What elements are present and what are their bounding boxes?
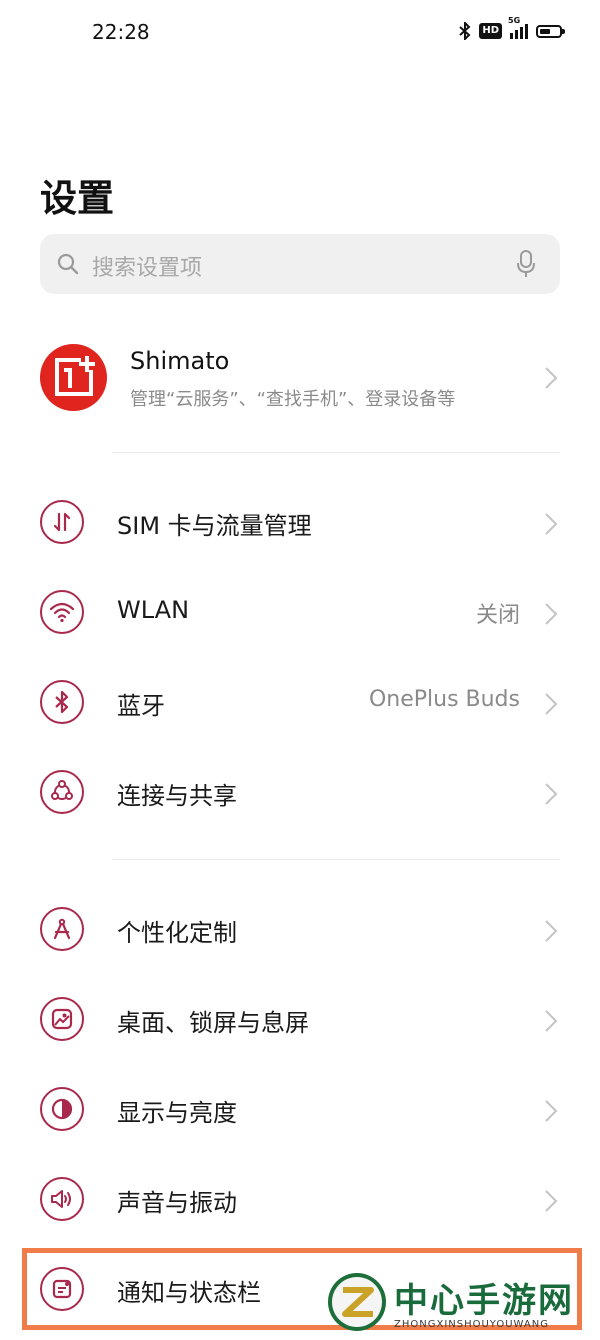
search-icon [57,253,79,275]
settings-item-value: 关闭 [475,603,520,628]
settings-item-label: WLAN [117,596,190,624]
account-row[interactable]: Shimato 管理“云服务”、“查找手机”、登录设备等 [0,330,600,430]
watermark-text: 中心手游网 [394,1281,574,1321]
battery-level [540,28,550,34]
chevron-right-icon [545,1190,558,1212]
connection-sharing-icon [40,770,84,814]
signal-icon: 5G [508,16,528,39]
chevron-right-icon [545,513,558,535]
settings-item-label: 桌面、锁屏与息屏 [117,1009,309,1037]
bluetooth-status-icon [459,22,471,40]
hd-badge: HD [479,23,502,39]
settings-item-label: 显示与亮度 [117,1099,237,1127]
divider [112,452,560,453]
account-subtitle: 管理“云服务”、“查找手机”、登录设备等 [130,389,456,410]
home-lockscreen-icon [40,997,84,1041]
avatar [40,344,107,411]
chevron-right-icon [545,1010,558,1032]
settings-item-home-lockscreen[interactable]: 桌面、锁屏与息屏 [0,974,600,1064]
settings-item-sim-data[interactable]: SIM 卡与流量管理 [0,477,600,567]
settings-item-display-brightness[interactable]: 显示与亮度 [0,1064,600,1154]
battery-icon [536,24,565,38]
bluetooth-icon [40,680,84,724]
settings-item-label: 蓝牙 [117,692,165,720]
chevron-right-icon [545,920,558,942]
settings-item-sound-vibration[interactable]: 声音与振动 [0,1154,600,1244]
chevron-right-icon [545,1100,558,1122]
settings-item-value: OnePlus Buds [368,687,520,712]
watermark: 中心手游网 ZHONGXINSHOUYOUWANG [328,1273,590,1335]
search-bar[interactable]: 搜索设置项 [40,234,560,294]
page-title: 设置 [40,177,114,220]
status-icons: HD 5G [459,16,565,40]
settings-item-label: 个性化定制 [117,919,237,947]
wifi-icon [40,590,84,634]
sim-data-icon [40,500,84,544]
watermark-logo-icon [328,1273,386,1331]
account-name: Shimato [130,347,230,375]
search-input[interactable]: 搜索设置项 [92,250,202,282]
settings-item-label: 连接与共享 [117,782,237,810]
sound-vibration-icon [40,1177,84,1221]
display-brightness-icon [40,1087,84,1131]
settings-item-bluetooth[interactable]: 蓝牙 OnePlus Buds [0,657,600,747]
settings-item-personalization[interactable]: 个性化定制 [0,884,600,974]
settings-item-label: SIM 卡与流量管理 [117,512,312,540]
personalization-icon [40,907,84,951]
status-time: 22:28 [92,20,150,44]
chevron-right-icon [545,693,558,715]
settings-item-connection-sharing[interactable]: 连接与共享 [0,747,600,837]
oneplus-logo-icon [55,356,95,396]
divider [112,859,560,860]
chevron-right-icon [545,603,558,625]
watermark-subtext: ZHONGXINSHOUYOUWANG [394,1319,549,1330]
chevron-right-icon [545,783,558,805]
settings-item-label: 声音与振动 [117,1189,237,1217]
settings-item-wlan[interactable]: WLAN 关闭 [0,567,600,657]
network-type-label: 5G [508,15,521,25]
microphone-icon[interactable] [516,249,536,279]
chevron-right-icon [545,367,558,389]
